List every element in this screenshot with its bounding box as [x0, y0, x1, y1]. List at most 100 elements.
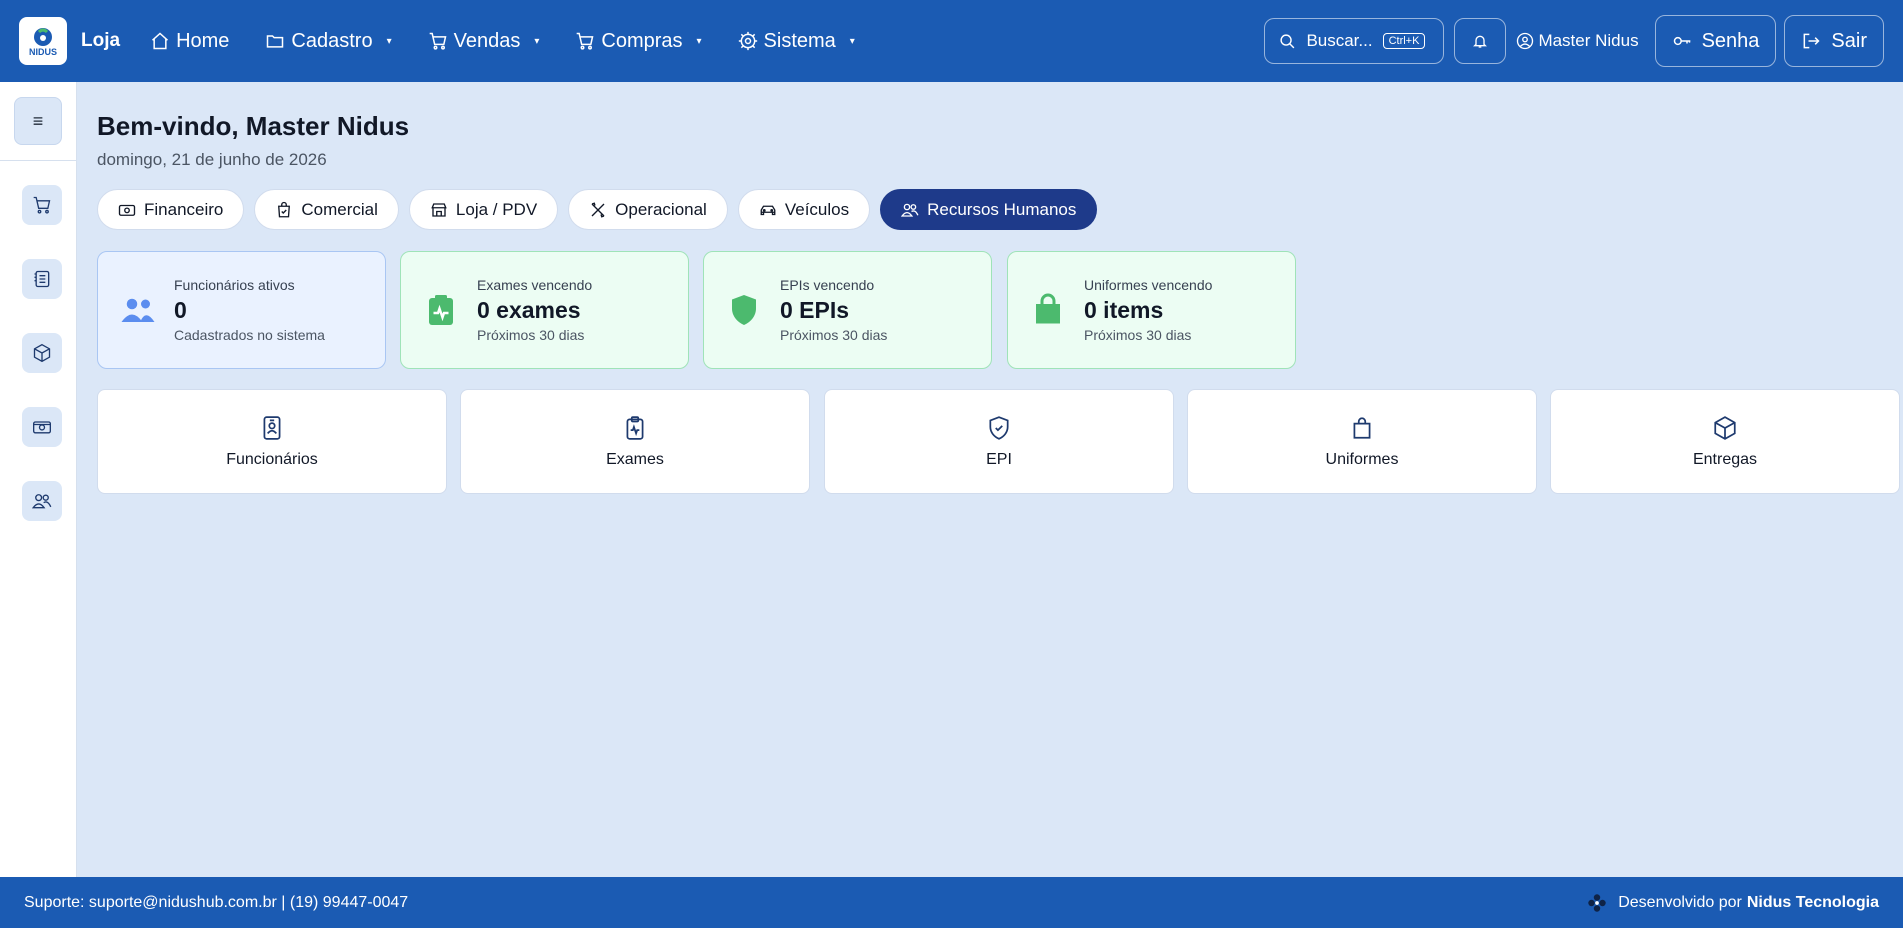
- logout-icon: [1804, 33, 1820, 49]
- cart-icon: [33, 196, 51, 214]
- nav-home[interactable]: Home: [150, 30, 229, 53]
- nav-cadastro-label: Cadastro: [291, 29, 373, 52]
- stat-card-funcionarios[interactable]: Funcionários ativos 0 Cadastrados no sis…: [97, 251, 386, 369]
- tab-financeiro[interactable]: Financeiro: [97, 189, 245, 230]
- tab-recursos-humanos-label: Recursos Humanos: [927, 199, 1077, 219]
- shortcut-label: Funcionários: [226, 450, 318, 468]
- search-icon: [1280, 33, 1295, 48]
- nav-sistema[interactable]: Sistema ▾: [738, 30, 855, 53]
- nav-vendas-label: Vendas: [453, 29, 521, 52]
- nav-compras[interactable]: Compras ▾: [575, 29, 702, 53]
- tab-veiculos[interactable]: Veículos: [737, 189, 871, 230]
- stat-value: 0: [174, 297, 187, 323]
- chevron-down-icon: ▾: [386, 35, 392, 47]
- box-icon: [33, 343, 51, 363]
- developer-prefix: Desenvolvido por: [1618, 893, 1742, 911]
- stat-sub: Cadastrados no sistema: [174, 327, 325, 343]
- stat-card-epis[interactable]: EPIs vencendo 0 EPIs Próximos 30 dias: [703, 251, 992, 369]
- tab-operacional-label: Operacional: [615, 199, 707, 219]
- cash-icon: [118, 204, 136, 216]
- chevron-down-icon: ▾: [534, 35, 540, 47]
- top-navbar: NIDUS Loja Home Cadastro ▾ Vendas ▾ Comp…: [0, 0, 1903, 82]
- stat-card-uniformes[interactable]: Uniformes vencendo 0 items Próximos 30 d…: [1007, 251, 1296, 369]
- shortcut-label: Exames: [606, 450, 664, 468]
- tab-comercial[interactable]: Comercial: [254, 189, 399, 230]
- shield-check-icon: [989, 415, 1009, 440]
- box-icon: [1714, 415, 1736, 440]
- chevron-down-icon: ▾: [696, 35, 702, 47]
- stat-card-body: Funcionários ativos 0 Cadastrados no sis…: [174, 277, 325, 343]
- sidebar-item-produtos[interactable]: [22, 333, 62, 373]
- developer-name[interactable]: Nidus Tecnologia: [1747, 894, 1879, 912]
- stat-label: EPIs vencendo: [780, 277, 875, 293]
- clipboard-pulse-icon: [626, 415, 644, 440]
- logo[interactable]: NIDUS: [19, 17, 67, 65]
- stat-sub: Próximos 30 dias: [477, 327, 585, 343]
- support-contact: Suporte: suporte@nidushub.com.br | (19) …: [24, 893, 409, 911]
- badge-icon: [263, 415, 281, 440]
- shortcut-epi[interactable]: EPI: [824, 389, 1174, 494]
- shortcut-funcionarios[interactable]: Funcionários: [97, 389, 447, 494]
- sidebar: ≡: [0, 82, 77, 877]
- page-title: Bem-vindo, Master Nidus: [97, 111, 410, 141]
- logo-text: NIDUS: [28, 46, 57, 57]
- stat-value: 0 items: [1084, 297, 1164, 323]
- stat-sub: Próximos 30 dias: [1084, 327, 1192, 343]
- stat-value: 0 EPIs: [780, 297, 850, 323]
- store-icon: [431, 202, 447, 217]
- footer: Suporte: suporte@nidushub.com.br | (19) …: [0, 877, 1903, 928]
- sidebar-item-financeiro[interactable]: [22, 407, 62, 447]
- cart-icon: [429, 32, 447, 50]
- shield-icon: [732, 295, 756, 325]
- cart-icon: [577, 32, 594, 50]
- search-button[interactable]: Buscar... Ctrl+K: [1264, 18, 1445, 64]
- user-menu[interactable]: Master Nidus: [1516, 31, 1639, 51]
- nav-right: Buscar... Ctrl+K Master Nidus Senha Sair: [1264, 15, 1884, 67]
- stat-sub: Próximos 30 dias: [780, 327, 888, 343]
- dashboard-tabs: Financeiro Comercial Loja / PDV Operacio…: [97, 189, 1107, 230]
- key-icon: [1673, 36, 1690, 46]
- stat-label: Uniformes vencendo: [1084, 277, 1213, 293]
- shortcut-entregas[interactable]: Entregas: [1550, 389, 1900, 494]
- nav-vendas[interactable]: Vendas ▾: [428, 29, 540, 53]
- cash-icon: [33, 421, 51, 434]
- shortcut-exames[interactable]: Exames: [460, 389, 810, 494]
- password-button[interactable]: Senha: [1654, 15, 1777, 67]
- tab-loja-pdv[interactable]: Loja / PDV: [408, 189, 559, 230]
- current-date: domingo, 21 de junho de 2026: [97, 150, 327, 169]
- sidebar-item-vendas[interactable]: [22, 185, 62, 225]
- password-label: Senha: [1701, 29, 1760, 52]
- users-icon: [32, 494, 52, 509]
- shortcut-uniformes[interactable]: Uniformes: [1187, 389, 1537, 494]
- sidebar-item-rh[interactable]: [22, 481, 62, 521]
- tab-operacional[interactable]: Operacional: [568, 189, 728, 230]
- logout-button[interactable]: Sair: [1784, 15, 1884, 67]
- clipboard-pulse-icon: [429, 295, 453, 325]
- users-icon: [901, 203, 919, 217]
- stat-card-body: EPIs vencendo 0 EPIs Próximos 30 dias: [780, 277, 887, 343]
- bell-icon: [1473, 35, 1488, 48]
- shortcut-label: Uniformes: [1325, 450, 1399, 468]
- sidebar-item-pedidos[interactable]: [22, 259, 62, 299]
- logo-mark-icon: [34, 27, 52, 46]
- nav-sistema-label: Sistema: [763, 29, 836, 52]
- tools-icon: [591, 201, 605, 218]
- car-icon: [760, 205, 776, 215]
- search-label: Buscar...: [1306, 31, 1373, 50]
- stat-card-exames[interactable]: Exames vencendo 0 exames Próximos 30 dia…: [400, 251, 689, 369]
- sidebar-divider: [0, 160, 77, 161]
- nav-home-label: Home: [176, 29, 230, 52]
- menu-icon: ≡: [32, 110, 44, 131]
- stat-card-body: Uniformes vencendo 0 items Próximos 30 d…: [1084, 277, 1212, 343]
- brand-name[interactable]: Loja: [81, 30, 120, 52]
- sidebar-toggle-button[interactable]: ≡: [14, 97, 62, 145]
- bag-icon: [1036, 293, 1060, 324]
- notifications-button[interactable]: [1454, 18, 1507, 64]
- nav-compras-label: Compras: [601, 29, 683, 52]
- nidus-logo-icon: [1588, 893, 1606, 912]
- tab-recursos-humanos[interactable]: Recursos Humanos: [880, 189, 1098, 230]
- developer-credit: Desenvolvido por Nidus Tecnologia: [1586, 892, 1879, 914]
- user-circle-icon: [1517, 32, 1534, 50]
- stat-label: Exames vencendo: [477, 277, 593, 293]
- nav-cadastro[interactable]: Cadastro ▾: [265, 29, 392, 53]
